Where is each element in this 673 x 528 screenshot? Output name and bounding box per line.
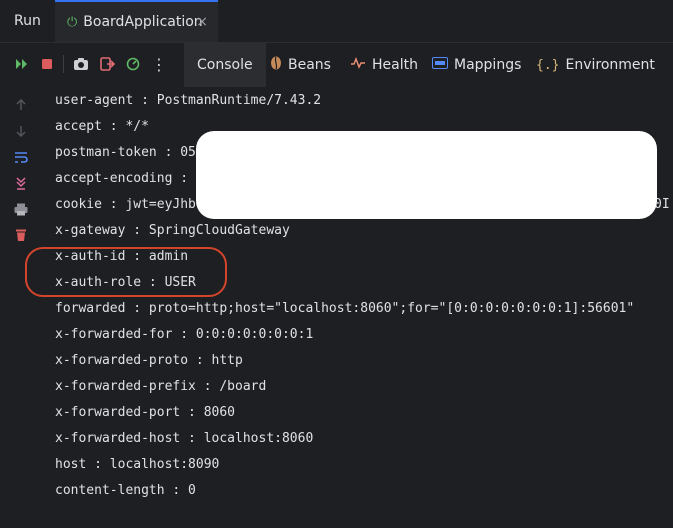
tab-health[interactable]: Health bbox=[350, 43, 418, 87]
tab-beans[interactable]: Beans bbox=[270, 43, 331, 87]
tab-environment-label: Environment bbox=[565, 57, 655, 73]
tab-mappings[interactable]: Mappings bbox=[432, 43, 521, 87]
console-line: x-forwarded-prefix : /board bbox=[55, 379, 267, 394]
console-line: cookie : jwt=eyJhb bbox=[55, 197, 196, 212]
print-icon[interactable] bbox=[12, 200, 30, 218]
tab-run-label: Run bbox=[14, 13, 41, 29]
tab-board-application[interactable]: ⏻ BoardApplication × bbox=[55, 0, 218, 42]
console-line: content-length : 0 bbox=[55, 483, 196, 498]
console-gutter bbox=[0, 87, 44, 528]
tab-console[interactable]: Console bbox=[184, 43, 266, 87]
highlight-ring bbox=[25, 247, 227, 297]
close-icon[interactable]: × bbox=[196, 14, 208, 30]
tab-run[interactable]: Run bbox=[14, 0, 41, 42]
profiler-icon[interactable] bbox=[124, 55, 142, 73]
console-line: x-gateway : SpringCloudGateway bbox=[55, 223, 290, 238]
spring-boot-icon: ⏻ bbox=[67, 14, 78, 30]
console-line: x-forwarded-proto : http bbox=[55, 353, 243, 368]
more-icon[interactable]: ⋮ bbox=[150, 55, 168, 74]
exit-icon[interactable] bbox=[98, 55, 116, 73]
run-toolbar: ⋮ Console Beans Health Mappings {.} Envi… bbox=[0, 43, 673, 87]
console-line: postman-token : 05 bbox=[55, 145, 196, 160]
toolbar-divider bbox=[63, 55, 64, 73]
scroll-up-icon[interactable] bbox=[12, 96, 30, 114]
stop-icon[interactable] bbox=[38, 55, 56, 73]
beans-icon bbox=[270, 56, 282, 74]
tab-mappings-label: Mappings bbox=[454, 57, 522, 73]
console-line: x-forwarded-for : 0:0:0:0:0:0:0:1 bbox=[55, 327, 314, 342]
scroll-down-icon[interactable] bbox=[12, 122, 30, 140]
scroll-to-end-icon[interactable] bbox=[12, 174, 30, 192]
environment-icon: {.} bbox=[536, 57, 560, 73]
tab-app-label: BoardApplication bbox=[83, 14, 203, 30]
soft-wrap-icon[interactable] bbox=[12, 148, 30, 166]
run-tool-window-tabbar: Run ⏻ BoardApplication × bbox=[0, 0, 673, 43]
console-line: host : localhost:8090 bbox=[55, 457, 220, 472]
api-icon bbox=[432, 57, 448, 73]
rerun-icon[interactable] bbox=[13, 55, 31, 73]
console-line: accept-encoding : bbox=[55, 171, 189, 186]
console-line: accept : */* bbox=[55, 119, 149, 134]
console-line: forwarded : proto=http;host="localhost:8… bbox=[55, 301, 635, 316]
console-line: x-forwarded-host : localhost:8060 bbox=[55, 431, 314, 446]
clear-icon[interactable] bbox=[12, 226, 30, 244]
tab-console-label: Console bbox=[197, 57, 253, 73]
console-line: x-forwarded-port : 8060 bbox=[55, 405, 236, 420]
tab-beans-label: Beans bbox=[288, 57, 331, 73]
redaction-box bbox=[196, 131, 657, 219]
tab-environment[interactable]: {.} Environment bbox=[536, 43, 655, 87]
tab-health-label: Health bbox=[372, 57, 418, 73]
screenshot-icon[interactable] bbox=[72, 55, 90, 73]
health-icon bbox=[350, 56, 366, 73]
console-line: user-agent : PostmanRuntime/7.43.2 bbox=[55, 93, 322, 108]
